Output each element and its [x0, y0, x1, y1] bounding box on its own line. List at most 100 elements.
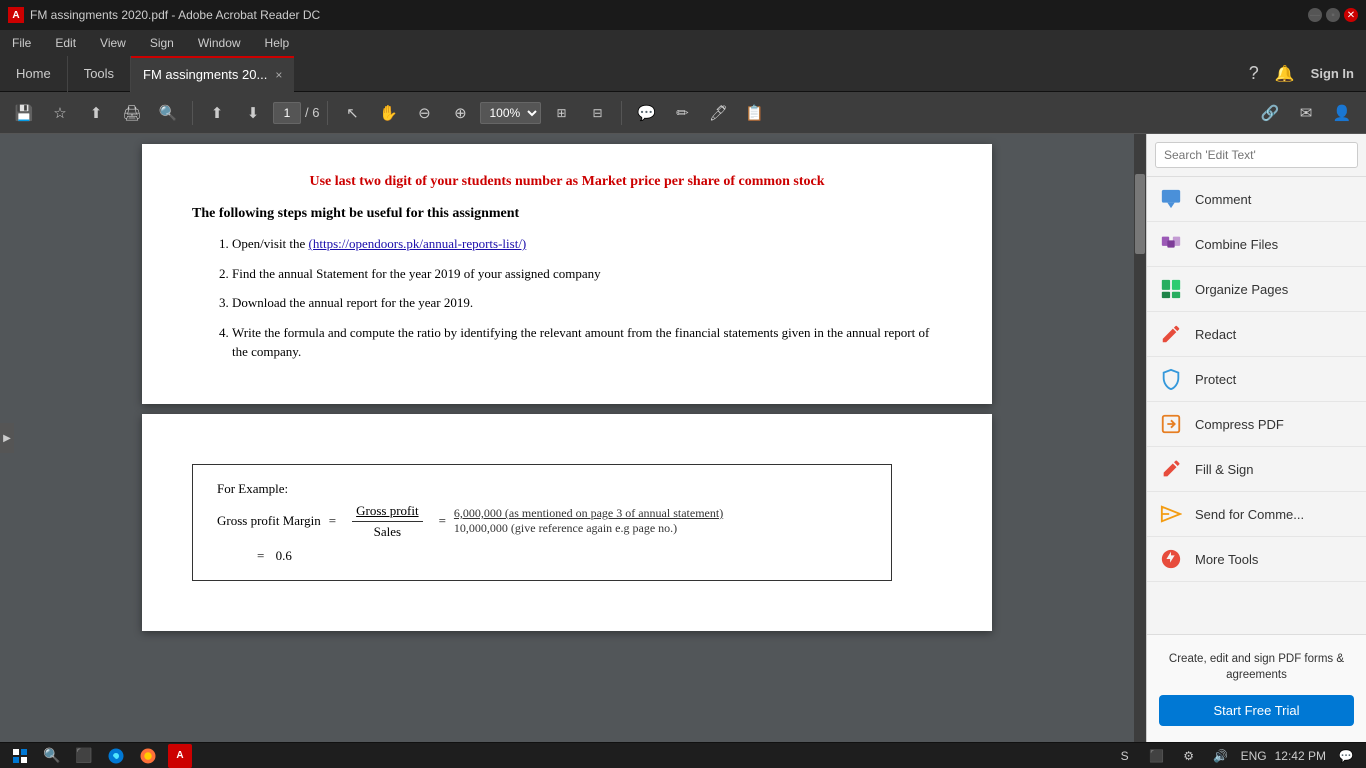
firefox-icon[interactable]	[136, 744, 160, 768]
account-button[interactable]: 👤	[1326, 97, 1358, 129]
panel-item-comment[interactable]: Comment	[1147, 177, 1366, 222]
pen-tool[interactable]: ✏	[666, 97, 698, 129]
pdf-page-2: For Example: Gross profit Margin = Gross…	[142, 414, 992, 631]
separator-3	[621, 101, 622, 125]
list-item: Find the annual Statement for the year 2…	[232, 264, 942, 284]
panel-item-send[interactable]: Send for Comme...	[1147, 492, 1366, 537]
toolbar: 💾 ☆ ⬆ 🖨 🔍 ⬆ ⬇ / 6 ↖ ✋ ⊖ ⊕ 100% 75% 125% …	[0, 92, 1366, 134]
panel-item-combine[interactable]: Combine Files	[1147, 222, 1366, 267]
result-equals: =	[257, 548, 264, 563]
tab-active-document[interactable]: FM assingments 20... ×	[131, 56, 294, 92]
search-button[interactable]: 🔍	[152, 97, 184, 129]
page-input[interactable]	[273, 102, 301, 124]
bookmark-button[interactable]: ☆	[44, 97, 76, 129]
start-button[interactable]	[8, 744, 32, 768]
panel-search-input[interactable]	[1155, 142, 1358, 168]
window-title: FM assingments 2020.pdf - Adobe Acrobat …	[30, 8, 320, 22]
step-4-text: Write the formula and compute the ratio …	[232, 325, 929, 360]
panel-item-protect[interactable]: Protect	[1147, 357, 1366, 402]
menu-window[interactable]: Window	[194, 34, 245, 52]
tab-bar-right: ? 🔔 Sign In	[1249, 63, 1366, 84]
scrollbar-thumb[interactable]	[1135, 174, 1145, 254]
zoom-out-button[interactable]: ⊖	[408, 97, 440, 129]
tab-close-button[interactable]: ×	[275, 68, 282, 82]
pdf-page-1: Use last two digit of your students numb…	[142, 144, 992, 404]
separator-1	[192, 101, 193, 125]
more-tools-icon	[1157, 545, 1185, 573]
settings-icon[interactable]: ⚙	[1177, 744, 1201, 768]
combine-label: Combine Files	[1195, 237, 1278, 252]
close-button[interactable]: ✕	[1344, 8, 1358, 22]
skype-icon[interactable]: S	[1113, 744, 1137, 768]
network-icon[interactable]: ⬛	[1145, 744, 1169, 768]
protect-icon	[1157, 365, 1185, 393]
page-total: / 6	[305, 105, 319, 120]
organize-pages-icon	[1157, 275, 1185, 303]
value-1: 6,000,000 (as mentioned on page 3 of ann…	[454, 506, 723, 521]
hand-tool[interactable]: ✋	[372, 97, 404, 129]
panel-item-redact[interactable]: Redact	[1147, 312, 1366, 357]
value-2: 10,000,000 (give reference again e.g pag…	[454, 521, 723, 536]
pdf-scrollbar[interactable]	[1134, 134, 1146, 742]
toolbar-right: 🔗 ✉ 👤	[1254, 97, 1358, 129]
marker-tool[interactable]: 🖊	[702, 97, 734, 129]
tab-home[interactable]: Home	[0, 56, 68, 92]
menu-file[interactable]: File	[8, 34, 35, 52]
edge-icon[interactable]	[104, 744, 128, 768]
print-button[interactable]: 🖨	[116, 97, 148, 129]
zoom-select[interactable]: 100% 75% 125% 150%	[480, 102, 541, 124]
panel-item-compress[interactable]: Compress PDF	[1147, 402, 1366, 447]
menu-view[interactable]: View	[96, 34, 130, 52]
notifications-taskbar[interactable]: 💬	[1334, 744, 1358, 768]
equals-2: =	[439, 513, 446, 529]
panel-item-more-tools[interactable]: More Tools	[1147, 537, 1366, 582]
stamp-tool[interactable]: 📋	[738, 97, 770, 129]
send-comment-icon	[1157, 500, 1185, 528]
redact-label: Redact	[1195, 327, 1236, 342]
next-page-button[interactable]: ⬇	[237, 97, 269, 129]
gross-profit-margin-label: Gross profit Margin	[217, 513, 321, 529]
language-indicator: ENG	[1241, 749, 1267, 763]
fit-page-button[interactable]: ⊞	[545, 97, 577, 129]
prev-page-button[interactable]: ⬆	[201, 97, 233, 129]
select-tool[interactable]: ↖	[336, 97, 368, 129]
step-1-link[interactable]: (https://opendoors.pk/annual-reports-lis…	[309, 236, 527, 251]
for-example-label: For Example:	[217, 481, 867, 497]
notifications-icon[interactable]: 🔔	[1275, 64, 1295, 84]
left-panel-toggle[interactable]: ▶	[0, 423, 14, 453]
fill-sign-icon	[1157, 455, 1185, 483]
protect-label: Protect	[1195, 372, 1236, 387]
window-controls[interactable]: — ▪ ✕	[1308, 8, 1358, 22]
panel-item-organize[interactable]: Organize Pages	[1147, 267, 1366, 312]
search-taskbar-icon[interactable]: 🔍	[40, 744, 64, 768]
maximize-button[interactable]: ▪	[1326, 8, 1340, 22]
sign-in-button[interactable]: Sign In	[1311, 66, 1354, 81]
share-link-button[interactable]: 🔗	[1254, 97, 1286, 129]
start-trial-button[interactable]: Start Free Trial	[1159, 695, 1354, 726]
menu-edit[interactable]: Edit	[51, 34, 80, 52]
save-button[interactable]: 💾	[8, 97, 40, 129]
volume-icon[interactable]: 🔊	[1209, 744, 1233, 768]
menu-help[interactable]: Help	[261, 34, 294, 52]
menu-sign[interactable]: Sign	[146, 34, 178, 52]
panel-item-fill-sign[interactable]: Fill & Sign	[1147, 447, 1366, 492]
task-view-icon[interactable]: ⬛	[72, 744, 96, 768]
comment-icon	[1157, 185, 1185, 213]
tab-tools[interactable]: Tools	[68, 56, 131, 92]
comment-tool[interactable]: 💬	[630, 97, 662, 129]
fill-sign-label: Fill & Sign	[1195, 462, 1254, 477]
clock: 12:42 PM	[1275, 749, 1326, 763]
fit-width-button[interactable]: ⊟	[581, 97, 613, 129]
panel-bottom: Create, edit and sign PDF forms & agreem…	[1147, 634, 1366, 742]
tab-bar: Home Tools FM assingments 20... × ? 🔔 Si…	[0, 56, 1366, 92]
minimize-button[interactable]: —	[1308, 8, 1322, 22]
zoom-in-button[interactable]: ⊕	[444, 97, 476, 129]
more-tools-label: More Tools	[1195, 552, 1258, 567]
formula-row: Gross profit Margin = Gross profit Sales…	[217, 503, 867, 540]
acrobat-icon[interactable]: A	[168, 744, 192, 768]
upload-button[interactable]: ⬆	[80, 97, 112, 129]
help-icon[interactable]: ?	[1249, 63, 1259, 84]
pdf-viewer[interactable]: ▶ Use last two digit of your students nu…	[0, 134, 1134, 742]
tab-label: FM assingments 20...	[143, 67, 267, 82]
email-button[interactable]: ✉	[1290, 97, 1322, 129]
